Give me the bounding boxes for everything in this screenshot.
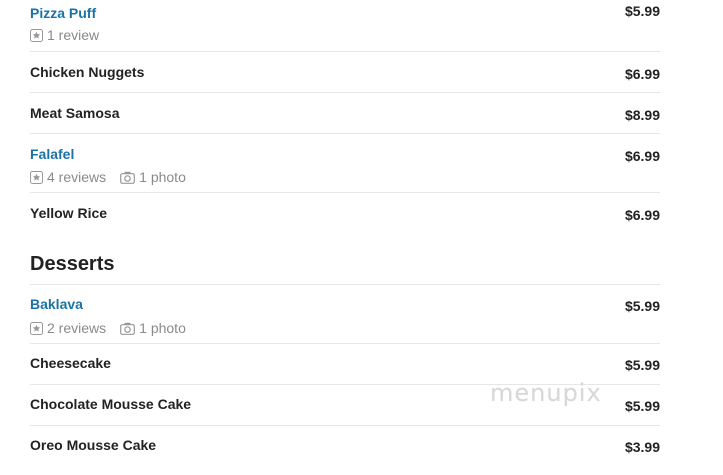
star-icon bbox=[30, 170, 43, 184]
menupix-watermark: menupix bbox=[490, 379, 602, 407]
reviews-count: 1 review bbox=[47, 27, 100, 43]
menu-item: Pizza Puff $5.99 1 review bbox=[30, 0, 660, 52]
menu-item-name-link[interactable]: Baklava bbox=[30, 295, 83, 313]
menu-item-price: $5.99 bbox=[624, 298, 660, 314]
reviews-link[interactable]: 4 reviews bbox=[30, 169, 106, 185]
photos-count: 1 photo bbox=[139, 169, 186, 185]
menu-item: Meat Samosa $8.99 bbox=[30, 93, 660, 134]
photos-link[interactable]: 1 photo bbox=[120, 169, 186, 185]
menu-item-name: Cheesecake bbox=[30, 355, 111, 371]
menu-item-name-link[interactable]: Pizza Puff bbox=[30, 4, 96, 22]
menu-item: Oreo Mousse Cake $3.99 bbox=[30, 426, 660, 466]
menu-item-name: Oreo Mousse Cake bbox=[30, 437, 157, 453]
menu-item-price: $5.99 bbox=[624, 3, 660, 19]
reviews-count: 2 reviews bbox=[47, 320, 107, 336]
menu-item: Chicken Nuggets $6.99 bbox=[30, 52, 660, 93]
menu-item: Baklava $5.99 2 reviews 1 photo bbox=[30, 285, 660, 344]
camera-icon bbox=[120, 171, 136, 184]
menu-item-name: Yellow Rice bbox=[30, 205, 108, 221]
menu-section-desserts: Baklava $5.99 2 reviews 1 photo Cheeseca… bbox=[30, 284, 660, 466]
menu-item: Yellow Rice $6.99 bbox=[30, 193, 660, 234]
photos-link[interactable]: 1 photo bbox=[120, 320, 186, 336]
menu-item-price: $6.99 bbox=[624, 207, 660, 223]
menu-item-price: $6.99 bbox=[624, 66, 660, 82]
menu-section-main: Pizza Puff $5.99 1 review Chicken Nugget… bbox=[30, 0, 660, 234]
menu-item-name-link[interactable]: Falafel bbox=[30, 145, 74, 163]
menu-item-name: Meat Samosa bbox=[30, 105, 120, 121]
menu-item-price: $5.99 bbox=[624, 357, 660, 373]
menu-item-name: Chicken Nuggets bbox=[30, 64, 145, 80]
photos-count: 1 photo bbox=[139, 320, 186, 336]
menu-item-price: $3.99 bbox=[624, 439, 660, 455]
star-icon bbox=[30, 28, 43, 42]
reviews-link[interactable]: 2 reviews bbox=[30, 320, 106, 336]
menu-item-price: $8.99 bbox=[624, 107, 660, 123]
menu-item-name: Chocolate Mousse Cake bbox=[30, 396, 192, 412]
menu-item: Falafel $6.99 4 reviews 1 photo bbox=[30, 134, 660, 193]
reviews-link[interactable]: 1 review bbox=[30, 27, 99, 43]
section-title-desserts: Desserts bbox=[30, 253, 115, 275]
menu-item-price: $5.99 bbox=[624, 398, 660, 414]
reviews-count: 4 reviews bbox=[47, 169, 107, 185]
camera-icon bbox=[120, 322, 136, 335]
menu-item-price: $6.99 bbox=[624, 148, 660, 164]
star-icon bbox=[30, 321, 43, 335]
